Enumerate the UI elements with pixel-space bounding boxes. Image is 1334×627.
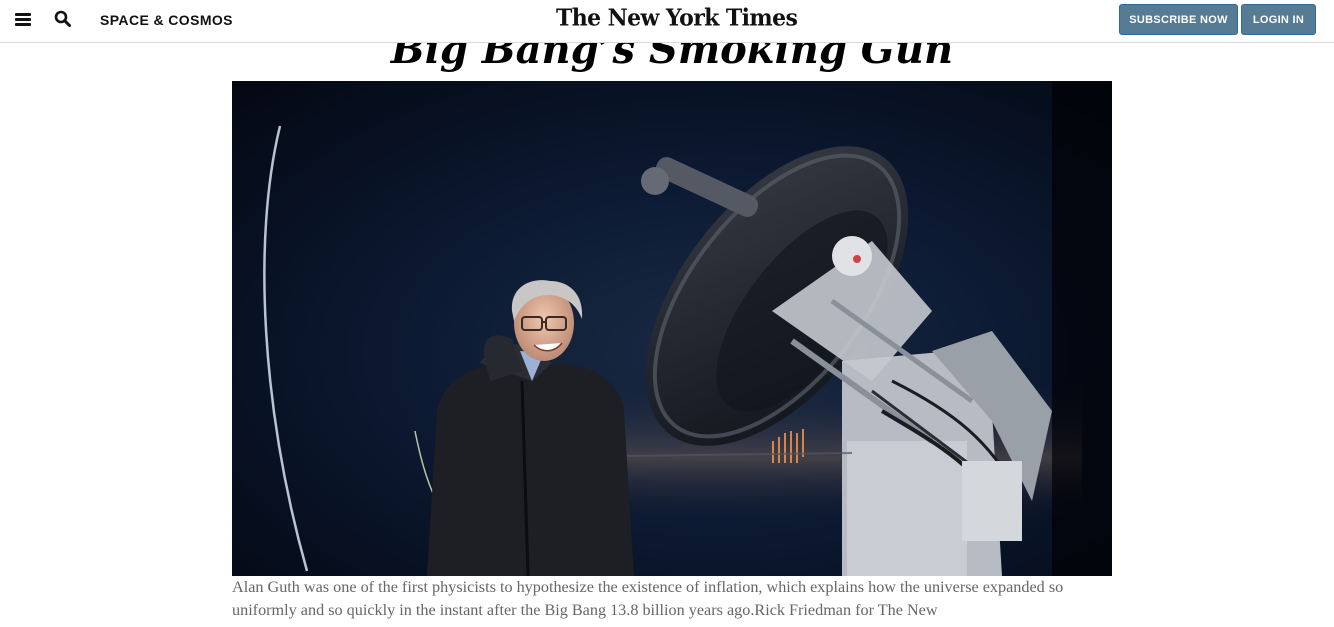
hamburger-menu-icon[interactable]: [15, 12, 33, 28]
section-link[interactable]: SPACE & COSMOS: [100, 12, 233, 28]
article-photo: [232, 81, 1112, 576]
search-icon[interactable]: [54, 10, 72, 28]
nyt-logo[interactable]: The New York Times: [556, 4, 798, 32]
photo-credit: Rick Friedman for The New: [754, 601, 938, 619]
caption-text: Alan Guth was one of the first physicist…: [232, 578, 1064, 619]
photo-caption: Alan Guth was one of the first physicist…: [232, 576, 1102, 622]
login-button[interactable]: LOGIN IN: [1241, 4, 1316, 35]
top-navigation-bar: SPACE & COSMOS The New York Times SUBSCR…: [0, 0, 1334, 43]
subscribe-button[interactable]: SUBSCRIBE NOW: [1119, 4, 1238, 35]
